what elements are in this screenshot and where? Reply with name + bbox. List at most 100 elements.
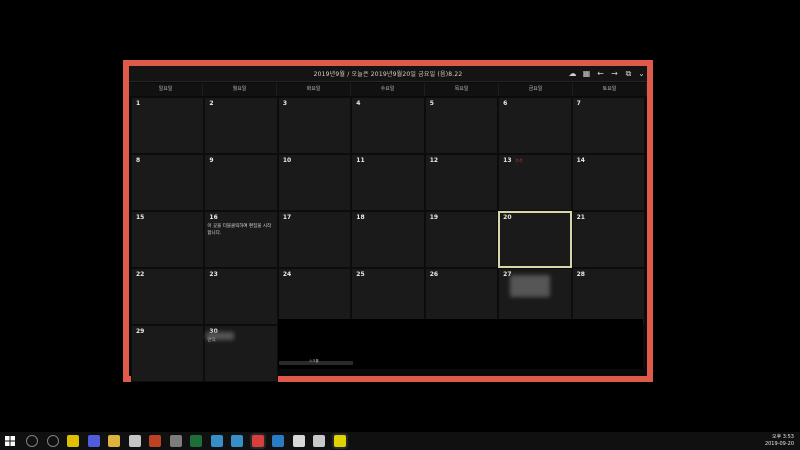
day-cell[interactable]: 20 (498, 211, 572, 268)
powerpoint-icon[interactable] (149, 435, 161, 447)
day-cell[interactable]: 29 (131, 325, 205, 382)
day-cell[interactable]: 7 (571, 97, 645, 154)
weekday-label: 토요일 (573, 83, 647, 96)
title-bar: 2019년9월 / 오늘은 2019년9월20일 금요일 (음)8.22 ☁ ▦… (129, 66, 647, 82)
day-number: 19 (429, 214, 439, 221)
day-cell[interactable]: 4 (351, 97, 425, 154)
day-cell[interactable]: 21 (571, 211, 645, 268)
tool-icon[interactable] (313, 435, 325, 447)
day-number: 23 (209, 271, 218, 278)
chevron-down-icon[interactable]: ⌄ (636, 68, 647, 79)
day-number: 4 (356, 100, 361, 107)
day-number: 12 (429, 157, 439, 164)
clock[interactable]: 오후 3:53 2019-09-20 (765, 434, 794, 448)
day-number: 5 (429, 100, 434, 107)
weekday-label: 일요일 (129, 83, 203, 96)
day-number: 15 (136, 214, 145, 221)
weekday-label: 수요일 (351, 83, 425, 96)
day-number: 9 (209, 157, 214, 164)
day-cell[interactable]: 3 (277, 97, 352, 154)
day-number: 14 (576, 157, 585, 164)
chrome-icon[interactable] (251, 435, 264, 447)
weekday-label: 목요일 (425, 83, 499, 96)
day-cell[interactable]: 9 (204, 154, 278, 211)
sticky-notes-icon[interactable] (67, 435, 79, 447)
arrow-right-icon[interactable]: → (609, 68, 620, 79)
day-cell[interactable]: 19 (424, 211, 499, 268)
day-cell[interactable]: 23 (204, 268, 278, 325)
day-number: 13 (503, 157, 512, 164)
excel-icon[interactable] (190, 435, 202, 447)
day-cell[interactable]: 26 (424, 268, 499, 325)
day-cell[interactable]: 16 이 곳을 더블클릭하여 편집을 시작합니다. (204, 211, 278, 268)
day-cell[interactable]: 2 (204, 97, 278, 154)
day-number: 29 (136, 328, 145, 335)
edge-icon[interactable] (231, 435, 243, 447)
scroll-label: 스크롤 (309, 359, 319, 363)
redacted-entry (206, 332, 234, 340)
taskbar: 오후 3:53 2019-09-20 (0, 432, 800, 450)
ie-icon[interactable] (210, 435, 223, 447)
day-number: 16 (209, 214, 218, 221)
day-cell[interactable]: 17 (277, 211, 352, 268)
cloud-icon[interactable]: ☁ (567, 68, 578, 79)
day-number: 1 (136, 100, 141, 107)
calendar-icon[interactable]: ▦ (581, 68, 592, 79)
weekday-label: 금요일 (499, 83, 573, 96)
day-number: 3 (282, 100, 288, 107)
day-number: 2 (209, 100, 214, 107)
photos-icon[interactable] (272, 435, 284, 447)
day-cell[interactable]: 11 (351, 154, 425, 211)
scroll-bar[interactable]: 스크롤 (279, 359, 353, 365)
day-number: 24 (282, 271, 292, 278)
day-number: 26 (429, 271, 439, 278)
day-cell[interactable]: 22 (131, 268, 205, 325)
clock-time: 오후 3:53 (771, 434, 794, 440)
day-cell[interactable]: 18 (351, 211, 425, 268)
day-number: 18 (356, 214, 365, 221)
app-icon[interactable] (87, 435, 100, 447)
calculator-icon[interactable] (169, 435, 182, 447)
paint-icon[interactable] (128, 435, 141, 447)
day-cell[interactable]: 8 (131, 154, 205, 211)
day-cell[interactable]: 15 (131, 211, 205, 268)
day-cell[interactable]: 6 (498, 97, 572, 154)
day-number: 7 (576, 100, 581, 107)
desktop: 2019년9월 / 오늘은 2019년9월20일 금요일 (음)8.22 ☁ ▦… (0, 0, 800, 432)
search-icon[interactable] (26, 435, 38, 447)
day-number: 20 (503, 214, 512, 221)
weekday-label: 월요일 (203, 83, 277, 96)
task-view-icon[interactable] (46, 435, 59, 447)
arrow-left-icon[interactable]: ← (595, 68, 606, 79)
day-cell[interactable]: 5 (424, 97, 499, 154)
day-number: 22 (136, 271, 145, 278)
file-explorer-icon[interactable] (108, 435, 120, 447)
day-number: 10 (282, 157, 292, 164)
day-cell[interactable]: 12 (424, 154, 499, 211)
day-cell[interactable]: 10 (277, 154, 352, 211)
day-number: 8 (136, 157, 141, 164)
day-number: 11 (356, 157, 365, 164)
day-cell[interactable]: 1 (131, 97, 205, 154)
day-number: 17 (282, 214, 292, 221)
kakaotalk-icon[interactable] (333, 435, 346, 447)
day-cell[interactable]: 24 (277, 268, 352, 325)
calendar-window: 2019년9월 / 오늘은 2019년9월20일 금요일 (음)8.22 ☁ ▦… (123, 60, 653, 382)
day-number: 25 (356, 271, 365, 278)
day-cell[interactable]: 28 (571, 268, 645, 325)
weekday-label: 화요일 (277, 83, 351, 96)
day-cell[interactable]: 25 (351, 268, 425, 325)
messenger-icon[interactable] (292, 435, 305, 447)
day-number: 6 (503, 100, 508, 107)
day-cell[interactable]: 13 추석 (498, 154, 572, 211)
day-note: 이 곳을 더블클릭하여 편집을 시작합니다. (207, 224, 272, 236)
day-number: 28 (576, 271, 585, 278)
redacted-entry (510, 275, 550, 297)
copy-icon[interactable]: ⧉ (623, 68, 634, 79)
holiday-label: 추석 (515, 158, 523, 163)
clock-date: 2019-09-20 (764, 441, 794, 447)
windows-start-icon[interactable] (4, 435, 16, 447)
day-cell[interactable]: 14 (571, 154, 645, 211)
weekday-header: 일요일 월요일 화요일 수요일 목요일 금요일 토요일 (129, 83, 647, 96)
day-number: 21 (576, 214, 585, 221)
